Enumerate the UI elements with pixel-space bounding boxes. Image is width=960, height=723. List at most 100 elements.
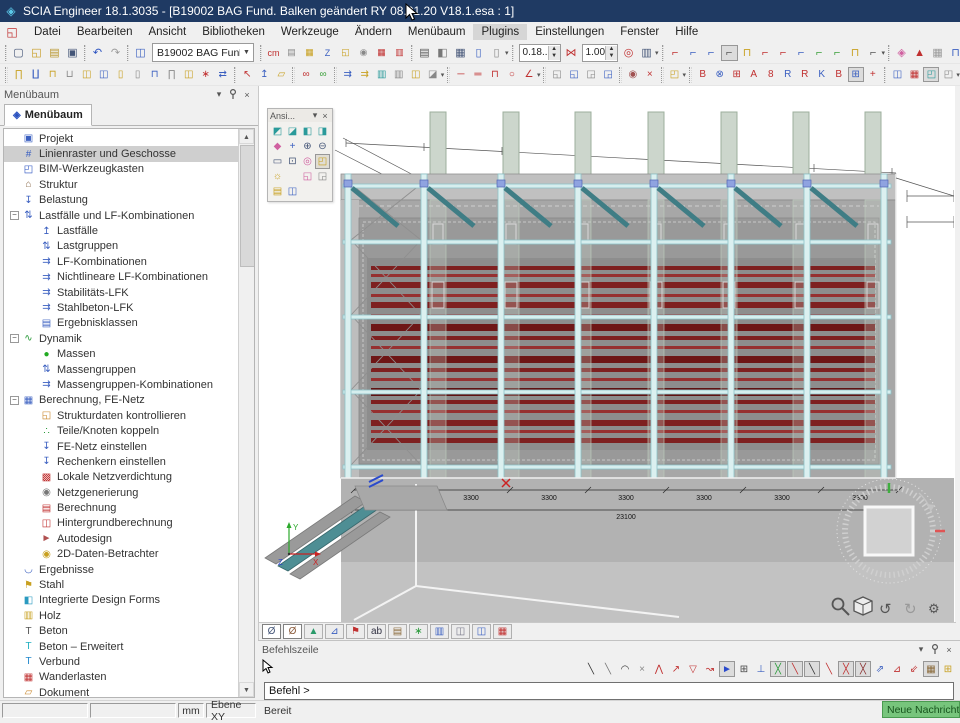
load-scale-spinner[interactable]: 1.00 ▲▼ (582, 44, 618, 62)
overflow-arrow-icon[interactable]: ▾ (956, 71, 960, 79)
beam-tool-1-icon[interactable]: ⌐ (667, 45, 684, 61)
disk-pair-icon[interactable]: ◫ (889, 67, 905, 82)
new-messages-badge[interactable]: Neue Nachrichte (882, 701, 960, 718)
support-b1-icon[interactable]: B (695, 67, 711, 82)
tree-expander-icon[interactable] (28, 411, 37, 420)
ucs-icon[interactable]: ▤ (270, 184, 285, 199)
snap-line-2-icon[interactable]: ╲ (600, 661, 616, 677)
menu-werkzeuge[interactable]: Werkzeuge (273, 24, 347, 40)
pair-2-icon[interactable]: ⇉ (357, 67, 373, 82)
tree-expander-icon[interactable] (10, 150, 19, 159)
tab-menuebaum[interactable]: ◈ Menübaum (4, 104, 92, 126)
tree-item-beton-erweitert[interactable]: T Beton – Erweitert (4, 639, 238, 654)
tree-expander-icon[interactable] (28, 303, 37, 312)
column-cyan-icon[interactable]: ▥ (374, 67, 390, 82)
tree-expander-icon[interactable] (28, 457, 37, 466)
box-move-icon[interactable]: ◪ (425, 67, 441, 82)
toolbar-grip[interactable] (84, 45, 86, 61)
save-icon[interactable]: ▣ (64, 45, 81, 61)
chevron-down-icon[interactable]: ▼ (239, 49, 253, 56)
units-cm-icon[interactable]: cm (265, 45, 282, 61)
beam-tool-7-icon[interactable]: ⌐ (775, 45, 792, 61)
frame-icon[interactable]: ⊓ (947, 45, 960, 61)
support-r1-icon[interactable]: R (780, 67, 796, 82)
triangle-tool-icon[interactable]: ▲ (304, 624, 323, 639)
calculator-icon[interactable]: ▦ (452, 45, 469, 61)
tree-item-autodesign[interactable]: ► Autodesign (4, 531, 238, 546)
section-10-icon[interactable]: ∏ (164, 67, 180, 82)
copy-page-2-icon[interactable]: ◱ (566, 67, 582, 82)
beam-tool-6-icon[interactable]: ⌐ (757, 45, 774, 61)
pointer-mode-icon[interactable] (262, 659, 284, 679)
snap-curve-icon[interactable]: ↝ (702, 661, 718, 677)
copy-page-1-icon[interactable]: ◱ (549, 67, 565, 82)
section-view-icon[interactable]: ▥ (430, 624, 449, 639)
tree-item-lastfaelle-lfk[interactable]: − ⇅ Lastfälle und LF-Kombinationen (4, 208, 238, 223)
close-icon[interactable]: × (240, 90, 254, 100)
beam-tool-4-icon[interactable]: ⌐ (721, 45, 738, 61)
folder-cyan-icon[interactable]: ◰ (923, 67, 939, 82)
tree-item-belastung[interactable]: ↧ Belastung (4, 193, 238, 208)
tree-item-rechenkern[interactable]: ↧ Rechenkern einstellen (4, 454, 238, 469)
tree-expander-icon[interactable] (28, 442, 37, 451)
snap-peak-icon[interactable]: ⋀ (651, 661, 667, 677)
beam-tool-9-icon[interactable]: ⌐ (811, 45, 828, 61)
disk-red-icon[interactable]: ▦ (906, 67, 922, 82)
tree-expander-icon[interactable] (10, 565, 19, 574)
overflow-arrow-icon[interactable]: ▾ (441, 71, 445, 79)
overflow-arrow-icon[interactable]: ▾ (655, 49, 659, 57)
layers-icon[interactable]: ▤ (283, 45, 300, 61)
table-edit-icon[interactable]: ▥ (391, 45, 408, 61)
beam-tool-5-icon[interactable]: ⊓ (739, 45, 756, 61)
screen-2-icon[interactable]: ◫ (472, 624, 491, 639)
section-13-icon[interactable]: ⇄ (215, 67, 231, 82)
spinner-arrows[interactable]: ▲▼ (548, 46, 560, 60)
tree-item-massengruppen-komb[interactable]: ⇉ Massengruppen-Kombinationen (4, 377, 238, 392)
view-top-icon[interactable]: ◩ (270, 124, 285, 139)
zoom-in-icon[interactable]: ⊕ (300, 139, 315, 154)
tree-item-stahlbeton-lfk[interactable]: ⇉ Stahlbeton-LFK (4, 300, 238, 315)
view-settings-gear-icon[interactable]: ⚙ (928, 601, 940, 616)
zoom-selection-icon[interactable]: ◎ (300, 154, 315, 169)
draw-rect-icon[interactable]: ⊓ (487, 67, 503, 82)
dim-scale-icon[interactable]: ◎ (620, 45, 637, 61)
document-new-icon[interactable]: ▯ (488, 45, 505, 61)
support-r2-icon[interactable]: R (797, 67, 813, 82)
tree-item-lastfaelle[interactable]: ↥ Lastfälle (4, 223, 238, 238)
toolbar-grip[interactable] (411, 45, 413, 61)
tree-item-nichtlineare-lfk[interactable]: ⇉ Nichtlineare LF-Kombinationen (4, 270, 238, 285)
redo-icon[interactable]: ↷ (107, 45, 124, 61)
tree-item-teile-knoten[interactable]: ∴ Teile/Knoten koppeln (4, 423, 238, 438)
menu-einstellungen[interactable]: Einstellungen (527, 24, 612, 40)
eye-icon[interactable]: ◉ (625, 67, 641, 82)
tree-item-design-forms[interactable]: ◧ Integrierte Design Forms (4, 593, 238, 608)
tree-item-beton[interactable]: T Beton (4, 624, 238, 639)
tree-expander-icon[interactable] (10, 581, 19, 590)
menu-plugins[interactable]: Plugins (473, 24, 527, 40)
box-copy-icon[interactable]: ◫ (408, 67, 424, 82)
tree-expander-icon[interactable] (10, 657, 19, 666)
close-icon[interactable]: × (942, 645, 956, 655)
draw-angle-icon[interactable]: ∠ (521, 67, 537, 82)
section-11-icon[interactable]: ◫ (181, 67, 197, 82)
scale-factor-icon[interactable]: ⋈ (563, 45, 580, 61)
tree-expander-icon[interactable] (28, 427, 37, 436)
command-input[interactable]: Befehl > (264, 682, 954, 700)
toolbar-grip[interactable] (447, 67, 450, 83)
tree-expander-icon[interactable] (28, 504, 37, 513)
tree-item-lastgruppen[interactable]: ⇅ Lastgruppen (4, 239, 238, 254)
project-selector[interactable]: B19002 BAG Fund. ▼ (152, 43, 254, 62)
flag-icon[interactable]: ⚑ (346, 624, 365, 639)
snap-tangent-icon[interactable]: ⇗ (872, 661, 888, 677)
chevron-down-icon[interactable]: ▾ (310, 110, 320, 121)
tree-expander-icon[interactable] (28, 319, 37, 328)
tree-item-wanderlasten[interactable]: ▦ Wanderlasten (4, 670, 238, 685)
snap-delete-icon[interactable]: × (634, 661, 650, 677)
tree-expander-icon[interactable] (28, 519, 37, 528)
tree-expander-icon[interactable] (28, 473, 37, 482)
select-member-icon[interactable]: ↥ (256, 67, 272, 82)
tree-item-dokument[interactable]: ▱ Dokument (4, 685, 238, 697)
menu-hilfe[interactable]: Hilfe (667, 24, 706, 40)
menu-fenster[interactable]: Fenster (612, 24, 667, 40)
support-b2-icon[interactable]: B (831, 67, 847, 82)
